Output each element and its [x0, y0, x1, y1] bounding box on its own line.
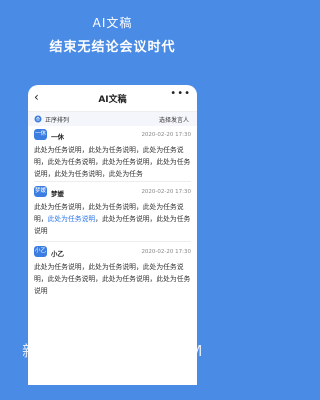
promo-banner: AI文稿 结束无结论会议时代	[0, 0, 225, 84]
timestamp: 2020-02-20 17:30	[141, 189, 191, 195]
avatar: 一休	[34, 129, 47, 140]
sort-order-toggle[interactable]: 正序排列	[45, 115, 69, 124]
avatar: 小乙	[34, 246, 47, 257]
speaker-name: 小乙	[51, 250, 64, 258]
divider	[34, 241, 191, 242]
timestamp: 2020-02-20 17:30	[141, 132, 191, 138]
more-dots-icon[interactable]: •••	[170, 88, 191, 99]
watermark: 新意手游 • SJXINYI.COM	[22, 342, 203, 360]
banner-subtitle: 结束无结论会议时代	[49, 40, 176, 55]
highlighted-text: 此处为任务说明	[47, 215, 96, 223]
divider	[34, 181, 191, 182]
sort-icon[interactable]	[34, 115, 42, 123]
avatar: 梦媛	[34, 186, 47, 197]
speaker-name: 梦媛	[51, 190, 64, 198]
transcript-entry[interactable]: 一休 一休 2020-02-20 17:30 此处为任务说明，此处为任务说明，此…	[34, 129, 191, 179]
transcript-text: 此处为任务说明，此处为任务说明，此处为任务说明，此处为任务说明，此处为任务说明，…	[34, 203, 191, 235]
timestamp: 2020-02-20 17:30	[141, 249, 191, 255]
speaker-name: 一休	[51, 133, 64, 141]
filter-bar: 正序排列 选择发言人	[28, 112, 197, 126]
nav-bar: ‹ AI文稿 •••	[28, 85, 197, 112]
transcript-entry[interactable]: 小乙 小乙 2020-02-20 17:30 此处为任务说明，此处为任务说明，此…	[34, 246, 191, 296]
transcript-entry[interactable]: 梦媛 梦媛 2020-02-20 17:30 此处为任务说明，此处为任务说明，此…	[34, 186, 191, 236]
transcript-text: 此处为任务说明，此处为任务说明，此处为任务说明，此处为任务说明，此处为任务说明，…	[34, 263, 191, 295]
banner-title: AI文稿	[92, 16, 133, 30]
transcript-text: 此处为任务说明，此处为任务说明，此处为任务说明，此处为任务说明，此处为任务说明，…	[34, 146, 191, 178]
select-speaker-button[interactable]: 选择发言人	[159, 115, 189, 124]
